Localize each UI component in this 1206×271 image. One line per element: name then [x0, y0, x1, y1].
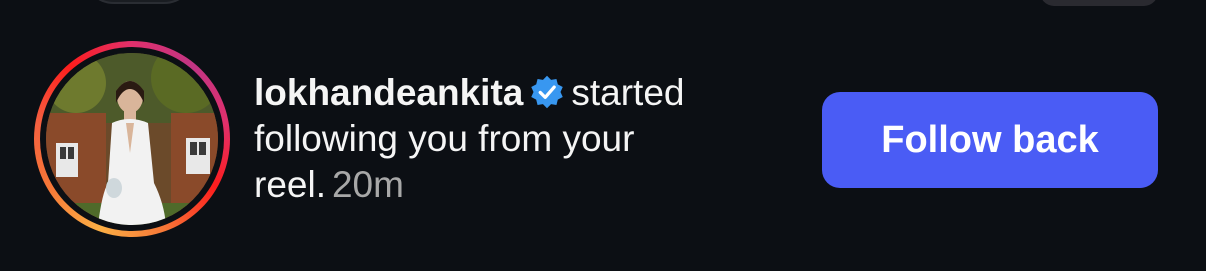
verified-badge-icon [529, 74, 565, 110]
timestamp: 20m [331, 164, 404, 205]
notification-text: lokhandeankita started following you from… [254, 70, 774, 208]
story-ring[interactable] [34, 41, 230, 237]
avatar[interactable] [46, 53, 218, 225]
previous-row-avatar-partial [82, 0, 196, 4]
notification-row[interactable]: lokhandeankita started following you from… [0, 40, 1206, 240]
previous-row-thumbnail-partial [1040, 0, 1158, 6]
username-link[interactable]: lokhandeankita [254, 72, 523, 113]
avatar-photo [46, 53, 218, 225]
follow-back-button[interactable]: Follow back [822, 92, 1158, 188]
